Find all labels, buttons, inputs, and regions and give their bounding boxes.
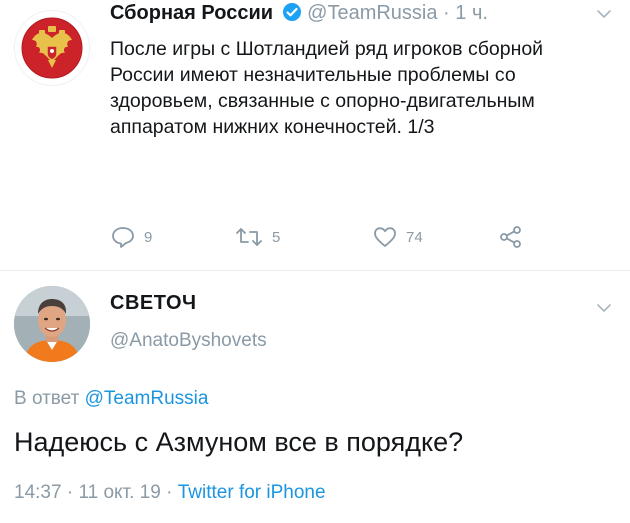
tweet2-handle[interactable]: @AnatoByshovets bbox=[110, 330, 267, 352]
chevron-down-icon[interactable] bbox=[596, 303, 612, 313]
tweet1-author-name[interactable]: Сборная России bbox=[110, 2, 273, 24]
verified-badge-icon bbox=[282, 2, 302, 29]
like-button[interactable]: 74 bbox=[372, 225, 423, 249]
tweet2-date[interactable]: 11 окт. 19 bbox=[78, 482, 160, 503]
coat-of-arms-icon bbox=[21, 17, 83, 79]
share-button[interactable] bbox=[498, 225, 524, 249]
tweet2-text: Надеюсь с Азмуном все в порядке? bbox=[14, 427, 464, 457]
tweet1-header: Сборная России @TeamRussia · 1 ч. bbox=[110, 0, 488, 29]
like-count: 74 bbox=[406, 228, 423, 246]
tweet2-metadata: 14:37 · 11 окт. 19 · Twitter for iPhone bbox=[14, 482, 326, 504]
retweet-icon bbox=[236, 228, 262, 246]
tweet2-time[interactable]: 14:37 bbox=[14, 482, 62, 503]
share-icon bbox=[500, 226, 521, 248]
tweet-divider bbox=[0, 270, 630, 271]
tweet1-handle[interactable]: @TeamRussia bbox=[307, 2, 437, 24]
reply-count: 9 bbox=[144, 228, 153, 246]
reply-to-mention[interactable]: @TeamRussia bbox=[85, 388, 209, 409]
heart-icon bbox=[374, 227, 396, 247]
meta-separator: · bbox=[61, 482, 79, 503]
reply-to-line: В ответ @TeamRussia bbox=[14, 388, 208, 410]
reply-to-prefix: В ответ bbox=[14, 388, 85, 409]
avatar-team-russia[interactable] bbox=[14, 10, 90, 86]
chevron-down-icon[interactable] bbox=[596, 9, 612, 19]
meta-separator: · bbox=[160, 482, 178, 503]
tweet1-time[interactable]: 1 ч. bbox=[455, 2, 488, 24]
tweet1-actions: 9 5 74 bbox=[110, 225, 570, 253]
retweet-count: 5 bbox=[272, 228, 281, 246]
reply-icon bbox=[112, 227, 134, 248]
avatar-anato-byshovets[interactable] bbox=[14, 286, 90, 362]
tweet2-source-link[interactable]: Twitter for iPhone bbox=[178, 482, 326, 503]
tweet1-text: После игры с Шотландией ряд игроков сбор… bbox=[110, 38, 544, 138]
tweet2-author-name[interactable]: СВЕТОЧ bbox=[110, 292, 197, 315]
person-photo-icon bbox=[14, 286, 90, 362]
reply-button[interactable]: 9 bbox=[110, 225, 152, 249]
tweet1-separator: · bbox=[437, 2, 456, 24]
retweet-button[interactable]: 5 bbox=[234, 225, 280, 249]
